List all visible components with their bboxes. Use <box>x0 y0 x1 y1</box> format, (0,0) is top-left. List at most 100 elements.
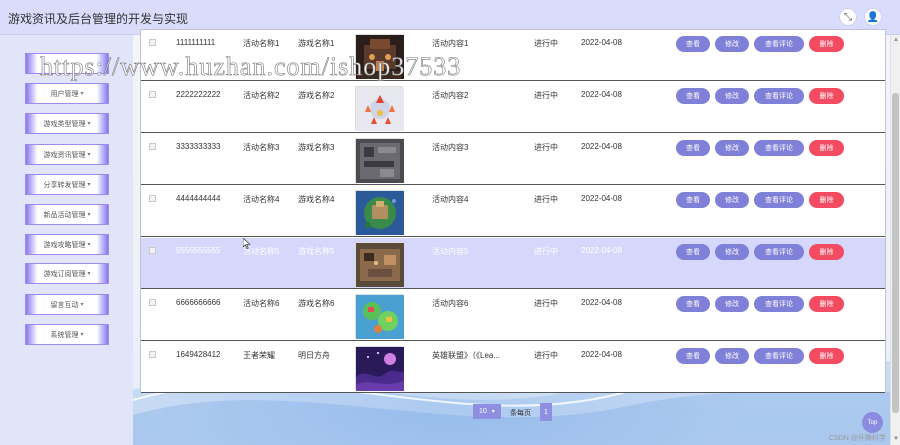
view-button[interactable]: 查看 <box>676 296 710 312</box>
per-page-label: 条每页 <box>510 410 531 417</box>
delete-button[interactable]: 删除 <box>809 348 844 364</box>
cell-date: 2022-04-08 <box>581 298 622 307</box>
view-comments-button[interactable]: 查看评论 <box>754 36 804 52</box>
row-checkbox[interactable] <box>149 351 156 358</box>
sidebar-menu-label: 游戏资讯管理 <box>43 151 86 159</box>
delete-button[interactable]: 删除 <box>809 296 844 312</box>
cell-status: 进行中 <box>534 351 558 360</box>
fullscreen-icon[interactable]: ⤡ <box>839 8 857 26</box>
view-button[interactable]: 查看 <box>676 348 710 364</box>
cell-game: 游戏名称6 <box>298 299 335 308</box>
edit-button[interactable]: 修改 <box>715 296 749 312</box>
scroll-up-icon[interactable]: ▲ <box>892 36 900 44</box>
sidebar-menu-item[interactable]: 游戏类型管理 ▾ <box>25 113 109 134</box>
view-comments-button[interactable]: 查看评论 <box>754 140 804 156</box>
cell-status: 进行中 <box>534 247 558 256</box>
table-row: 1649428412 王者荣耀 明日方舟 英雄联盟》（《Lea... 进行中 2022-0… <box>141 342 885 393</box>
row-checkbox[interactable] <box>149 195 156 202</box>
edit-button[interactable]: 修改 <box>715 348 749 364</box>
sidebar-menu-label: 游戏订阅管理 <box>43 270 86 278</box>
sidebar-menu-item[interactable]: 留言互动 ▾ <box>25 294 109 315</box>
cell-status: 进行中 <box>534 299 558 308</box>
view-button[interactable]: 查看 <box>676 192 710 208</box>
delete-button[interactable]: 删除 <box>809 244 844 260</box>
view-comments-button[interactable]: 查看评论 <box>754 88 804 104</box>
cell-date: 2022-04-08 <box>581 142 622 151</box>
view-button[interactable]: 查看 <box>676 88 710 104</box>
view-button[interactable]: 查看 <box>676 36 710 52</box>
row-checkbox[interactable] <box>149 247 156 254</box>
row-checkbox[interactable] <box>149 91 156 98</box>
sidebar-menu-label: 留言互动 <box>50 301 79 309</box>
sidebar-menu-label: 用户管理 <box>50 90 79 98</box>
user-icon[interactable]: 👤 <box>864 8 882 26</box>
sidebar-menu-item[interactable]: 新品活动管理 ▾ <box>25 204 109 225</box>
cell-date: 2022-04-08 <box>581 246 622 255</box>
sidebar-menu-label: 新品活动管理 <box>43 211 86 219</box>
cell-activity: 活动名称3 <box>243 143 280 152</box>
view-button[interactable]: 查看 <box>676 140 710 156</box>
view-button[interactable]: 查看 <box>676 244 710 260</box>
cell-game: 明日方舟 <box>298 351 330 360</box>
row-checkbox[interactable] <box>149 39 156 46</box>
view-comments-button[interactable]: 查看评论 <box>754 192 804 208</box>
view-comments-button[interactable]: 查看评论 <box>754 244 804 260</box>
data-table: 1111111111 活动名称1 游戏名称1 活动内容1 进行中 2022-04-08 查看… <box>140 29 886 393</box>
cell-activity: 活动名称2 <box>243 91 280 100</box>
chevron-down-icon: ▾ <box>491 409 495 415</box>
edit-button[interactable]: 修改 <box>715 36 749 52</box>
cell-date: 2022-04-08 <box>581 38 622 47</box>
row-checkbox[interactable] <box>149 143 156 150</box>
sidebar-menu-label: 游戏攻略管理 <box>43 241 86 249</box>
sidebar-menu-item[interactable]: 分享转发管理 ▾ <box>25 174 109 195</box>
sidebar-menu-item[interactable]: 游戏攻略管理 ▾ <box>25 234 109 255</box>
edit-button[interactable]: 修改 <box>715 140 749 156</box>
page-number-button[interactable]: 1 <box>540 403 552 421</box>
edit-button[interactable]: 修改 <box>715 88 749 104</box>
view-comments-button[interactable]: 查看评论 <box>754 348 804 364</box>
scroll-down-icon[interactable]: ▼ <box>892 435 900 443</box>
view-comments-button[interactable]: 查看评论 <box>754 296 804 312</box>
game-thumbnail <box>355 138 404 183</box>
page-size-value: 10 <box>479 408 487 415</box>
sidebar-menu-label: 游戏类型管理 <box>43 120 86 128</box>
cell-game: 游戏名称2 <box>298 91 335 100</box>
cell-date: 2022-04-08 <box>581 350 622 359</box>
page-size-select[interactable]: 10 ▾ <box>473 404 501 419</box>
table-row: 6666666666 活动名称6 游戏名称6 活动内容6 进行中 2022-04-08 查看… <box>141 290 885 341</box>
delete-button[interactable]: 删除 <box>809 36 844 52</box>
chevron-down-icon: ▾ <box>87 121 91 127</box>
delete-button[interactable]: 删除 <box>809 192 844 208</box>
chevron-down-icon: ▾ <box>87 152 91 158</box>
game-thumbnail <box>355 242 404 287</box>
chevron-down-icon: ▾ <box>80 302 84 308</box>
app-title: 游戏资讯及后台管理的开发与实现 <box>8 12 189 26</box>
table-row: 4444444444 活动名称4 游戏名称4 活动内容4 进行中 2022-04-08 查看… <box>141 186 885 237</box>
vertical-scrollbar[interactable]: ▲ ▼ <box>890 35 900 445</box>
cell-activity: 王者荣耀 <box>243 351 275 360</box>
scroll-thumb[interactable] <box>892 93 899 413</box>
chevron-down-icon: ▾ <box>80 91 84 97</box>
table-row: 5555555555 活动名称5 游戏名称5 活动内容5 进行中 2022-04-08 查看… <box>141 238 885 289</box>
cell-id: 3333333333 <box>176 142 221 151</box>
row-checkbox[interactable] <box>149 299 156 306</box>
cell-content: 活动内容6 <box>432 299 469 308</box>
table-row: 3333333333 活动名称3 游戏名称3 活动内容3 进行中 2022-04-08 查看… <box>141 134 885 185</box>
cell-date: 2022-04-08 <box>581 194 622 203</box>
cell-content: 活动内容4 <box>432 195 469 204</box>
cell-game: 游戏名称4 <box>298 195 335 204</box>
cell-status: 进行中 <box>534 195 558 204</box>
chevron-down-icon: ▾ <box>80 332 84 338</box>
sidebar-menu-item[interactable]: 系统管理 ▾ <box>25 324 109 345</box>
cell-content: 活动内容2 <box>432 91 469 100</box>
delete-button[interactable]: 删除 <box>809 140 844 156</box>
cell-status: 进行中 <box>534 91 558 100</box>
cell-game: 游戏名称3 <box>298 143 335 152</box>
sidebar-menu-item[interactable]: 用户管理 ▾ <box>25 83 109 104</box>
edit-button[interactable]: 修改 <box>715 244 749 260</box>
delete-button[interactable]: 删除 <box>809 88 844 104</box>
sidebar-menu-item[interactable]: 游戏资讯管理 ▾ <box>25 144 109 165</box>
sidebar-menu-item[interactable]: 游戏订阅管理 ▾ <box>25 263 109 284</box>
edit-button[interactable]: 修改 <box>715 192 749 208</box>
back-to-top-button[interactable]: Top <box>862 412 883 433</box>
